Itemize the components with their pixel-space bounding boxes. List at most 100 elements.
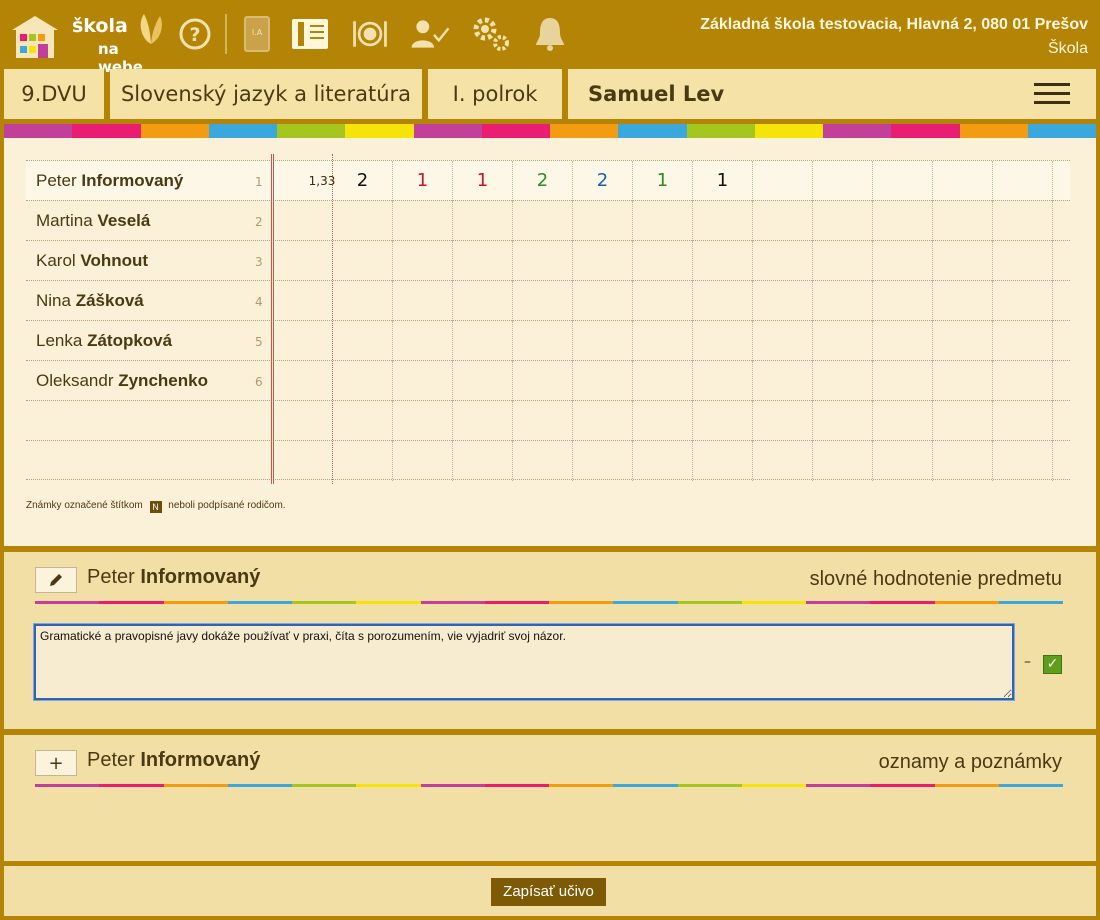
grade-cell[interactable] [513,241,573,281]
student-row[interactable]: Peter Informovaný 1 1,33 2 1 1 2 2 1 1 [26,160,1070,201]
grade-cell[interactable] [333,441,393,481]
grade-cell[interactable] [993,201,1053,241]
grade-cell[interactable] [873,441,933,481]
grade-cell[interactable] [393,401,453,441]
grade-cell[interactable] [753,321,813,361]
tab-user[interactable]: Samuel Lev [568,69,1096,119]
grade-cell[interactable] [693,361,753,401]
grade-cell[interactable] [393,321,453,361]
grade-cell[interactable] [453,201,513,241]
grade-cell[interactable] [453,281,513,321]
grade-cell[interactable] [513,201,573,241]
student-row[interactable]: Karol Vohnout 3 [26,240,1070,281]
grade-cell[interactable] [993,361,1053,401]
grade-cell[interactable] [333,401,393,441]
grade-cell[interactable]: 2 [333,161,393,201]
grade-cell[interactable] [393,281,453,321]
grade-cell[interactable] [993,401,1053,441]
grade-cell[interactable] [753,201,813,241]
tab-term[interactable]: I. polrok [428,69,562,119]
grade-cell[interactable] [513,281,573,321]
grade-cell[interactable] [933,401,993,441]
grade-cell[interactable] [333,321,393,361]
help-icon[interactable]: ? [175,14,215,54]
grade-cell[interactable]: 1 [693,161,753,201]
lunch-icon[interactable] [350,14,390,54]
grade-cell[interactable] [753,441,813,481]
edit-button[interactable] [35,567,77,593]
grade-cell[interactable] [933,241,993,281]
grade-cell[interactable] [513,361,573,401]
grade-cell[interactable] [633,361,693,401]
grade-cell[interactable] [933,281,993,321]
grade-cell[interactable] [813,281,873,321]
grade-cell[interactable] [393,241,453,281]
grade-cell[interactable] [393,201,453,241]
grade-cell[interactable] [573,321,633,361]
student-name[interactable]: Nina Zášková [36,291,144,311]
grade-cell[interactable] [873,241,933,281]
tab-class[interactable]: 9.DVU [4,69,104,119]
student-row[interactable]: Nina Zášková 4 [26,280,1070,321]
save-curriculum-button[interactable]: Zapísať učivo [491,878,606,906]
grade-cell[interactable] [873,401,933,441]
grade-cell[interactable] [993,321,1053,361]
grade-cell[interactable] [333,361,393,401]
grade-cell[interactable] [333,281,393,321]
grade-cell[interactable] [693,281,753,321]
grade-cell[interactable] [633,401,693,441]
grade-cell[interactable] [813,441,873,481]
grade-cell[interactable] [813,361,873,401]
grade-cell[interactable] [873,281,933,321]
grade-cell[interactable] [633,241,693,281]
grade-cell[interactable] [813,321,873,361]
grade-cell[interactable] [573,361,633,401]
grade-cell[interactable] [753,161,813,201]
grade-cell[interactable] [513,401,573,441]
grade-cell[interactable] [573,281,633,321]
grade-cell[interactable] [693,241,753,281]
bell-icon[interactable] [530,14,570,54]
grade-cell[interactable] [573,241,633,281]
student-row[interactable]: Oleksandr Zynchenko 6 [26,360,1070,401]
student-name[interactable]: Peter Informovaný [36,171,183,191]
grade-cell[interactable] [933,201,993,241]
grade-cell[interactable] [393,441,453,481]
grade-cell[interactable]: 2 [513,161,573,201]
grade-cell[interactable] [993,441,1053,481]
grade-cell[interactable] [633,281,693,321]
grade-cell[interactable] [753,401,813,441]
grade-cell[interactable] [753,281,813,321]
grade-cell[interactable] [873,161,933,201]
grade-cell[interactable] [633,321,693,361]
grade-cell[interactable] [453,441,513,481]
evaluation-textarea[interactable] [34,624,1014,700]
grade-cell[interactable] [573,441,633,481]
grade-cell[interactable] [933,441,993,481]
open-book-icon[interactable] [290,14,330,54]
grade-cell[interactable] [693,201,753,241]
grade-cell[interactable] [453,401,513,441]
grade-cell[interactable] [993,161,1053,201]
student-row[interactable]: Martina Veselá 2 [26,200,1070,241]
class-book-icon[interactable]: I.A [237,14,277,54]
student-name[interactable]: Oleksandr Zynchenko [36,371,208,391]
grade-cell[interactable] [333,201,393,241]
grade-cell[interactable] [573,401,633,441]
grade-cell[interactable] [873,201,933,241]
grade-cell[interactable] [813,401,873,441]
grade-cell[interactable] [393,361,453,401]
grade-cell[interactable]: 2 [573,161,633,201]
logo[interactable]: škola na webe [10,12,162,76]
grade-cell[interactable] [453,361,513,401]
grade-cell[interactable] [633,441,693,481]
grade-cell[interactable] [693,441,753,481]
grade-cell[interactable] [573,201,633,241]
menu-icon[interactable] [1034,83,1070,105]
student-name[interactable]: Lenka Zátopková [36,331,172,351]
grade-cell[interactable] [693,321,753,361]
grade-cell[interactable] [693,401,753,441]
grade-cell[interactable] [813,161,873,201]
settings-gears-icon[interactable] [471,14,511,54]
grade-cell[interactable] [513,321,573,361]
